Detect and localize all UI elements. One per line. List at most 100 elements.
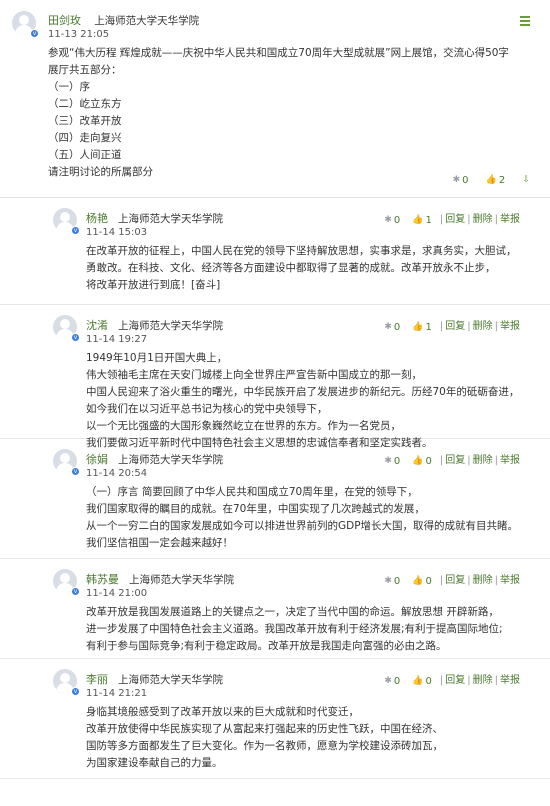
content-line: 我们坚信祖国一定会越来越好！	[86, 537, 233, 549]
author-name[interactable]: 沈淆	[86, 319, 108, 332]
thumbs-up-icon: 👍	[412, 456, 424, 466]
reply-content: 改革开放是我国发展道路上的关键点之一，决定了当代中国的命运。解放思想 开辟新路，…	[86, 604, 536, 655]
content-line: 从一个一穷二白的国家发展成如今可以排进世界前列的GDP增长大国，取得的成就有目共…	[86, 520, 519, 532]
like-count: 1	[425, 321, 432, 333]
author-school: 上海师范大学天华学院	[118, 674, 223, 686]
reply-button[interactable]: 回复	[445, 575, 465, 586]
verified-badge-icon: v	[71, 587, 80, 596]
like-stat[interactable]: 👍 0	[412, 676, 432, 687]
content-line: （二）屹立东方	[48, 98, 122, 110]
content-line: 参观“伟大历程 辉煌成就——庆祝中华人民共和国成立70周年大型成就展”网上展馆，…	[48, 47, 509, 59]
pin-count: 0	[462, 174, 469, 186]
content-line: 以一个无比强盛的大国形象巍然屹立在世界的东方。作为一名党员，	[86, 420, 401, 432]
reply-stats: ✱ 0 👍 1 | 回复 | 删除 | 举报	[384, 321, 520, 333]
author-name[interactable]: 韩苏曼	[86, 573, 119, 586]
reply-list: v 杨艳 上海师范大学天华学院 11-14 15:03 ✱ 0 👍 1 | 回复 | 删除 | 举报 在改革…	[0, 198, 550, 779]
author-name[interactable]: 徐娟	[86, 453, 108, 466]
reply-stats: ✱ 0 👍 1 | 回复 | 删除 | 举报	[384, 214, 520, 226]
report-button[interactable]: 举报	[500, 214, 520, 225]
report-button[interactable]: 举报	[500, 455, 520, 466]
content-line: 改革开放是我国发展道路上的关键点之一，决定了当代中国的命运。解放思想 开辟新路，	[86, 606, 499, 618]
verified-badge-icon: v	[71, 333, 80, 342]
pin-count: 0	[393, 214, 401, 226]
like-count: 0	[425, 675, 432, 687]
like-stat[interactable]: 👍 0	[412, 576, 432, 587]
content-line: 中国人民迎来了浴火重生的曙光，中华民族开启了发展进步的新纪元。历经70年的砥砺奋…	[86, 386, 520, 398]
author-school: 上海师范大学天华学院	[118, 320, 223, 332]
author-name[interactable]: 田剑玫	[48, 14, 81, 27]
pin-count: 0	[393, 321, 401, 333]
post-stats: ✱ 0 👍 2 ⇩	[445, 174, 530, 186]
reply-button[interactable]: 回复	[445, 214, 465, 225]
verified-badge-icon: v	[30, 29, 39, 38]
pin-stat[interactable]: ✱ 0	[384, 676, 400, 687]
menu-icon[interactable]	[520, 16, 530, 28]
chevron-down-icon: ⇩	[522, 175, 530, 185]
report-button[interactable]: 举报	[500, 321, 520, 332]
avatar[interactable]: v	[53, 449, 80, 476]
avatar[interactable]: v	[53, 569, 80, 596]
reply-stats: ✱ 0 👍 0 | 回复 | 删除 | 举报	[384, 455, 520, 467]
pin-stat[interactable]: ✱ 0	[453, 175, 469, 186]
thumbs-up-icon: 👍	[412, 215, 424, 225]
verified-badge-icon: v	[71, 687, 80, 696]
author-name[interactable]: 李丽	[86, 673, 108, 686]
pin-stat[interactable]: ✱ 0	[384, 576, 400, 587]
author-name[interactable]: 杨艳	[86, 212, 108, 225]
delete-button[interactable]: 删除	[473, 575, 493, 586]
expand-stat[interactable]: ⇩	[522, 175, 530, 185]
delete-button[interactable]: 删除	[473, 455, 493, 466]
reply-button[interactable]: 回复	[445, 321, 465, 332]
pin-stat[interactable]: ✱ 0	[384, 456, 400, 467]
content-line: 有利于参与国际竞争;有利于稳定政局。改革开放是我国走向富强的必由之路。	[86, 640, 447, 652]
delete-button[interactable]: 删除	[473, 675, 493, 686]
post-time: 11-13 21:05	[48, 29, 110, 40]
like-count: 0	[425, 455, 432, 467]
author-school: 上海师范大学天华学院	[94, 15, 200, 27]
reply-item: v 徐娟 上海师范大学天华学院 11-14 20:54 ✱ 0 👍 0 | 回复 | 删除 | 举报 （一）…	[0, 439, 550, 559]
pin-count: 0	[393, 455, 401, 467]
discussion-page: v 田剑玫 上海师范大学天华学院 11-13 21:05 参观“伟大历程 辉煌成…	[0, 0, 550, 806]
reply-item: v 李丽 上海师范大学天华学院 11-14 21:21 ✱ 0 👍 0 | 回复 | 删除 | 举报 身临其…	[0, 659, 550, 779]
pin-stat[interactable]: ✱ 0	[384, 215, 400, 226]
pin-icon: ✱	[384, 215, 392, 225]
reply-content: （一）序言 简要回顾了中华人民共和国成立70周年里，在党的领导下， 我们国家取得的…	[86, 484, 536, 552]
delete-button[interactable]: 删除	[473, 214, 493, 225]
post-time: 11-14 21:21	[86, 688, 148, 699]
reply-stats: ✱ 0 👍 0 | 回复 | 删除 | 举报	[384, 575, 520, 587]
pin-stat[interactable]: ✱ 0	[384, 322, 400, 333]
like-stat[interactable]: 👍 0	[412, 456, 432, 467]
main-post: v 田剑玫 上海师范大学天华学院 11-13 21:05 参观“伟大历程 辉煌成…	[0, 0, 550, 198]
post-content: 参观“伟大历程 辉煌成就——庆祝中华人民共和国成立70周年大型成就展”网上展馆，…	[48, 45, 538, 181]
content-line: 将改革开放进行到底！[奋斗]	[86, 279, 221, 291]
like-stat[interactable]: 👍 2	[486, 175, 506, 186]
like-stat[interactable]: 👍 1	[412, 322, 432, 333]
content-line: 在改革开放的征程上，中国人民在党的领导下坚持解放思想，实事求是，求真务实，大胆试…	[86, 245, 517, 257]
report-button[interactable]: 举报	[500, 675, 520, 686]
content-line: 国防等多方面都发生了巨大变化。作为一名教师，愿意为学校建设添砖加瓦，	[86, 740, 443, 752]
avatar[interactable]: v	[12, 11, 39, 38]
avatar[interactable]: v	[53, 208, 80, 235]
reply-button[interactable]: 回复	[445, 455, 465, 466]
pin-icon: ✱	[384, 576, 392, 586]
content-line: 我们国家取得的瞩目的成就。在70年里，中国实现了几次跨越式的发展，	[86, 503, 425, 515]
like-stat[interactable]: 👍 1	[412, 215, 432, 226]
thumbs-up-icon: 👍	[485, 175, 497, 185]
delete-button[interactable]: 删除	[473, 321, 493, 332]
thumbs-up-icon: 👍	[412, 576, 424, 586]
avatar[interactable]: v	[53, 315, 80, 342]
content-line: （三）改革开放	[48, 115, 122, 127]
author-school: 上海师范大学天华学院	[118, 454, 223, 466]
pin-icon: ✱	[384, 456, 392, 466]
post-time: 11-14 19:27	[86, 334, 148, 345]
report-button[interactable]: 举报	[500, 575, 520, 586]
like-count: 1	[425, 214, 432, 226]
avatar[interactable]: v	[53, 669, 80, 696]
like-count: 2	[498, 174, 506, 186]
reply-button[interactable]: 回复	[445, 675, 465, 686]
reply-item: v 韩苏曼 上海师范大学天华学院 11-14 21:00 ✱ 0 👍 0 | 回复 | 删除 | 举报 改革…	[0, 559, 550, 659]
like-count: 0	[425, 575, 432, 587]
content-line: 改革开放使得中华民族实现了从富起来打强起来的历史性飞跃，中国在经济、	[86, 723, 443, 735]
content-line: （五）人间正道	[48, 149, 122, 161]
reply-item: v 沈淆 上海师范大学天华学院 11-14 19:27 ✱ 0 👍 1 | 回复 | 删除 | 举报 194…	[0, 305, 550, 449]
